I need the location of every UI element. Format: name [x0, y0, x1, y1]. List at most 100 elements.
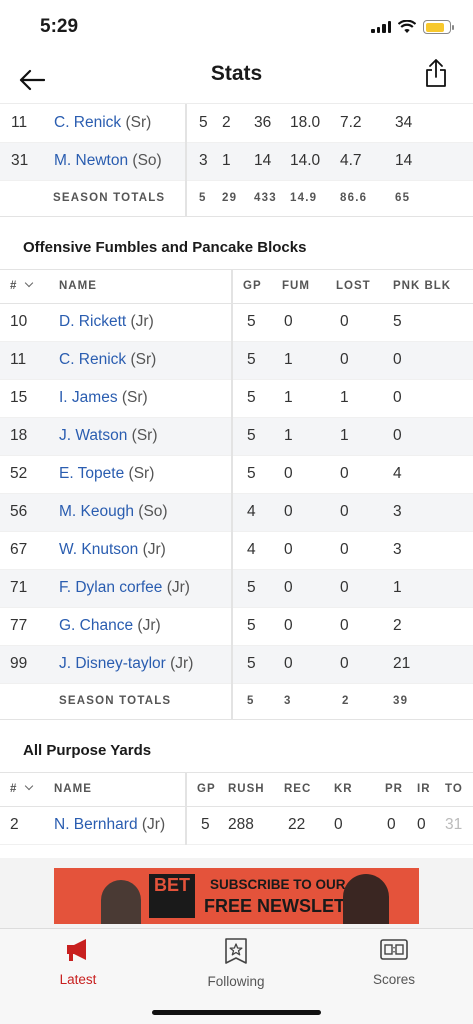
table-row: 11 C. Renick (Sr) 5 2 36 18.0 7.2 34	[0, 104, 473, 143]
player-name-link[interactable]: J. Watson (Sr)	[50, 417, 233, 456]
player-number: 71	[0, 569, 50, 608]
player-name-link[interactable]: M. Newton (So)	[48, 142, 187, 181]
scoreboard-icon	[380, 939, 408, 960]
stat-cell: 34	[395, 104, 443, 143]
total-cell: 65	[395, 180, 443, 217]
table-row: 18 J. Watson (Sr) 5 1 1 0	[0, 417, 473, 456]
all-purpose-yards-table: # NAME GP RUSH REC KR PR IR TO 2 N. Bern…	[0, 771, 473, 845]
player-name-link[interactable]: W. Knutson (Jr)	[50, 531, 233, 570]
stat-cell: 1	[216, 142, 254, 181]
player-name-link[interactable]: C. Renick (Sr)	[50, 341, 233, 380]
total-cell: 433	[254, 180, 290, 217]
tab-label: Scores	[372, 972, 416, 987]
megaphone-icon	[67, 939, 86, 961]
tab-following[interactable]: Following	[176, 937, 296, 989]
page-title: Stats	[210, 62, 263, 85]
sort-number-header[interactable]: #	[0, 268, 50, 304]
player-name-link[interactable]: M. Keough (So)	[50, 493, 233, 532]
chevron-down-icon	[24, 278, 33, 288]
season-totals-row: SEASON TOTALS 5 29 433 14.9 86.6 65	[0, 180, 473, 217]
tab-latest[interactable]: Latest	[18, 937, 138, 987]
tab-bar: Latest Following Scores	[0, 928, 473, 1024]
rush-header[interactable]: RUSH	[228, 771, 284, 807]
stat-cell: 31	[445, 806, 473, 845]
season-totals-label: SEASON TOTALS	[50, 683, 233, 720]
stat-cell: 0	[336, 303, 393, 342]
stat-cell: 1	[282, 417, 336, 456]
player-name-link[interactable]: N. Bernhard (Jr)	[44, 806, 187, 845]
total-cell: 29	[216, 180, 254, 217]
lost-header[interactable]: LOST	[336, 268, 393, 304]
name-header[interactable]: NAME	[44, 771, 187, 807]
stat-cell: 3	[393, 493, 473, 532]
kr-header[interactable]: KR	[334, 771, 379, 807]
stat-cell: 0	[336, 645, 393, 684]
ir-header[interactable]: IR	[417, 771, 445, 807]
share-button[interactable]	[421, 56, 451, 90]
stats-content[interactable]: 11 C. Renick (Sr) 5 2 36 18.0 7.2 34 31 …	[0, 104, 473, 928]
stat-cell: 14.0	[290, 142, 340, 181]
table-row: 2 N. Bernhard (Jr) 5 288 22 0 0 0 31	[0, 806, 473, 845]
stat-cell: 4	[232, 493, 282, 532]
gp-header[interactable]: GP	[232, 268, 282, 304]
battery-icon	[423, 20, 454, 34]
ad-person-image	[101, 880, 141, 924]
stat-cell: 0	[393, 379, 473, 418]
table-header-row: # NAME GP RUSH REC KR PR IR TO	[0, 771, 473, 807]
wifi-icon	[398, 20, 416, 33]
name-header[interactable]: NAME	[50, 268, 233, 304]
rec-header[interactable]: REC	[284, 771, 334, 807]
player-number: 11	[0, 341, 50, 380]
total-cell: 5	[186, 180, 216, 217]
stat-cell: 3	[393, 531, 473, 570]
pr-header[interactable]: PR	[379, 771, 417, 807]
sort-number-header[interactable]: #	[0, 771, 44, 807]
total-cell: 5	[232, 683, 282, 720]
gp-header[interactable]: GP	[186, 771, 228, 807]
stat-cell: 0	[282, 607, 336, 646]
player-name-link[interactable]: G. Chance (Jr)	[50, 607, 233, 646]
tab-scores[interactable]: Scores	[334, 937, 454, 987]
stat-cell: 5	[232, 303, 282, 342]
table-row: 15 I. James (Sr) 5 1 1 0	[0, 379, 473, 418]
stat-cell: 14	[395, 142, 443, 181]
table-row: 10 D. Rickett (Jr) 5 0 0 5	[0, 303, 473, 342]
table-row: 71 F. Dylan corfee (Jr) 5 0 0 1	[0, 569, 473, 608]
stat-cell: 0	[393, 417, 473, 456]
nav-bar: Stats	[0, 56, 473, 104]
player-name-link[interactable]: J. Disney-taylor (Jr)	[50, 645, 233, 684]
player-number: 18	[0, 417, 50, 456]
player-number: 56	[0, 493, 50, 532]
to-header[interactable]: TO	[445, 771, 473, 807]
player-name-link[interactable]: E. Topete (Sr)	[50, 455, 233, 494]
stat-cell: 0	[393, 341, 473, 380]
stat-cell: 0	[336, 455, 393, 494]
status-time: 5:29	[40, 16, 79, 37]
stat-cell: 5	[232, 455, 282, 494]
player-name-link[interactable]: C. Renick (Sr)	[48, 104, 187, 143]
star-doc-icon	[225, 938, 247, 964]
fum-header[interactable]: FUM	[282, 268, 336, 304]
stat-cell: 1	[282, 379, 336, 418]
player-number: 10	[0, 303, 50, 342]
chevron-down-icon	[24, 781, 33, 791]
table-row: 31 M. Newton (So) 3 1 14 14.0 4.7 14	[0, 142, 473, 181]
newsletter-ad[interactable]: BET SUBSCRIBE TO OUR FREE NEWSLETTER	[54, 868, 419, 924]
stat-cell: 0	[336, 341, 393, 380]
player-name-link[interactable]: F. Dylan corfee (Jr)	[50, 569, 233, 608]
player-name-link[interactable]: I. James (Sr)	[50, 379, 233, 418]
stat-cell: 0	[336, 569, 393, 608]
stat-cell: 288	[228, 806, 284, 845]
bet-logo: BET	[149, 874, 195, 918]
status-icons	[371, 20, 454, 34]
ad-person-image	[343, 874, 389, 924]
player-name-link[interactable]: D. Rickett (Jr)	[50, 303, 233, 342]
stat-cell: 7.2	[340, 104, 395, 143]
cellular-signal-icon	[371, 21, 391, 33]
pnk-blk-header[interactable]: PNK BLK	[393, 268, 473, 304]
stat-cell: 0	[334, 806, 379, 845]
stat-cell: 0	[282, 645, 336, 684]
player-number: 31	[0, 142, 48, 181]
table-header-row: # NAME GP FUM LOST PNK BLK	[0, 268, 473, 304]
stat-cell: 0	[336, 493, 393, 532]
